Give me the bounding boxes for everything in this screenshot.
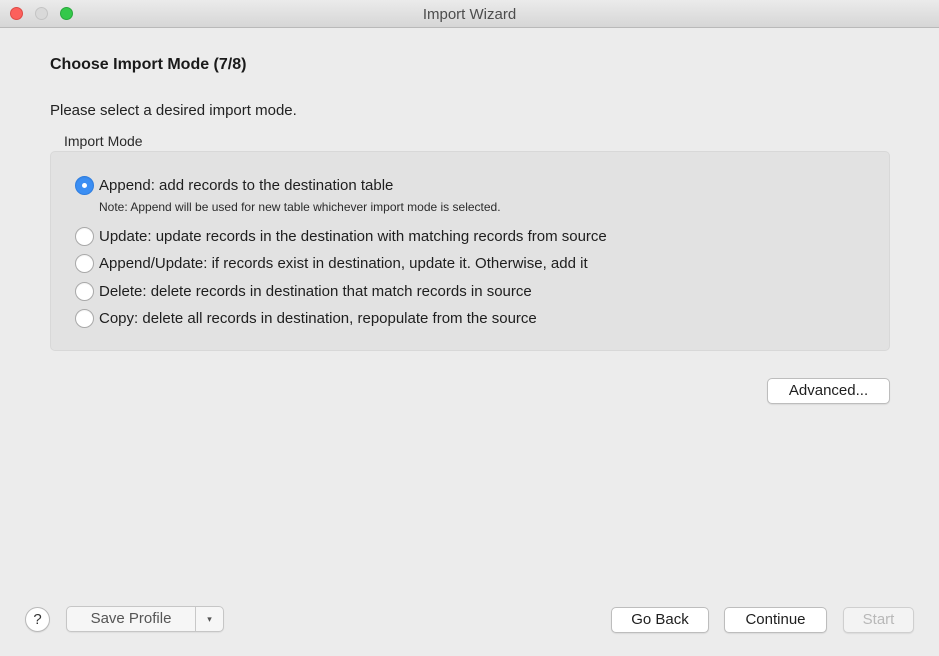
option-copy-label[interactable]: Copy: delete all records in destination,… (99, 310, 537, 327)
instruction-text: Please select a desired import mode. (50, 102, 297, 119)
option-delete[interactable]: Delete: delete records in destination th… (75, 282, 532, 301)
option-append-label[interactable]: Append: add records to the destination t… (99, 177, 393, 194)
start-button[interactable]: Start (843, 607, 914, 633)
option-append-update-label[interactable]: Append/Update: if records exist in desti… (99, 255, 588, 272)
radio-delete[interactable] (75, 282, 94, 301)
append-note: Note: Append will be used for new table … (99, 200, 501, 214)
window-title: Import Wizard (422, 6, 517, 23)
import-mode-group: Append: add records to the destination t… (50, 151, 890, 351)
save-profile-button-group: Save Profile ▾ (66, 606, 224, 632)
help-button[interactable]: ? (25, 607, 50, 632)
import-mode-group-label: Import Mode (64, 133, 143, 149)
option-delete-label[interactable]: Delete: delete records in destination th… (99, 283, 532, 300)
go-back-button[interactable]: Go Back (611, 607, 709, 633)
page-title: Choose Import Mode (7/8) (50, 56, 247, 73)
option-append[interactable]: Append: add records to the destination t… (75, 176, 393, 195)
radio-copy[interactable] (75, 309, 94, 328)
option-append-update[interactable]: Append/Update: if records exist in desti… (75, 254, 588, 273)
save-profile-button[interactable]: Save Profile (67, 607, 196, 631)
radio-update[interactable] (75, 227, 94, 246)
option-update-label[interactable]: Update: update records in the destinatio… (99, 228, 607, 245)
option-update[interactable]: Update: update records in the destinatio… (75, 227, 607, 246)
save-profile-dropdown-icon[interactable]: ▾ (196, 607, 223, 631)
radio-append[interactable] (75, 176, 94, 195)
title-bar: Import Wizard (0, 0, 939, 28)
advanced-button[interactable]: Advanced... (767, 378, 890, 404)
radio-append-update[interactable] (75, 254, 94, 273)
option-copy[interactable]: Copy: delete all records in destination,… (75, 309, 537, 328)
continue-button[interactable]: Continue (724, 607, 827, 633)
